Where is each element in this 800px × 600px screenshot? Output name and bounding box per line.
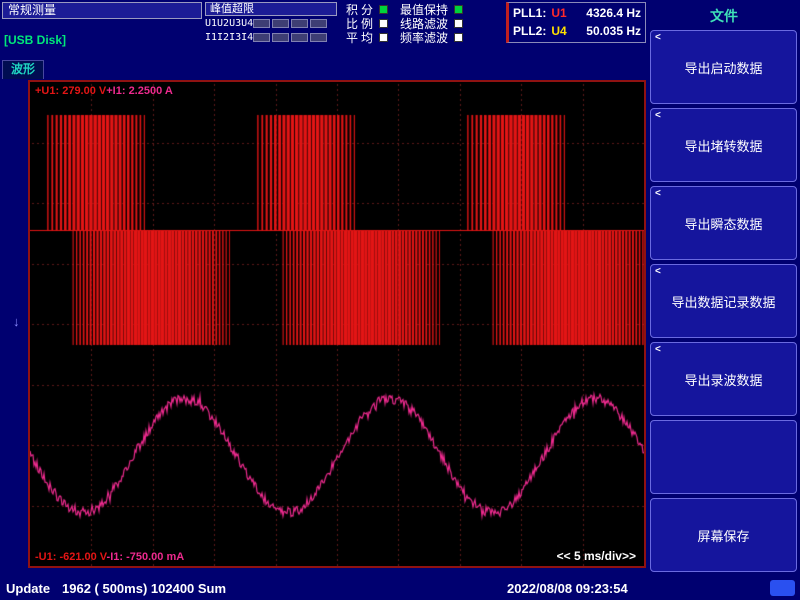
i1-min-reading: -I1: -750.00 mA — [107, 551, 185, 563]
calc-mode-panel: 积 分 比 例 平 均 — [346, 2, 388, 44]
pll1-label: PLL1: — [513, 6, 546, 20]
sidebar-button-export-startup-data[interactable]: < 导出启动数据 — [650, 30, 797, 104]
pll2-label: PLL2: — [513, 24, 546, 38]
trigger-marker-icon: ↓ — [13, 314, 20, 329]
sidebar-button-label: 导出堵转数据 — [684, 136, 762, 155]
trace-readings-bottom: -U1: -621.00 V-I1: -750.00 mA — [35, 551, 184, 563]
peak-indicator-i1 — [253, 33, 270, 42]
chevron-left-icon: < — [655, 188, 661, 199]
power-analyzer-screen: 常规测量 [USB Disk] 峰值超限 U1U2U3U4 I1I2I3I4 积… — [0, 0, 800, 600]
integration-checkbox[interactable] — [379, 5, 388, 14]
sidebar-button-label: 导出瞬态数据 — [684, 214, 762, 233]
datetime: 2022/08/08 09:23:54 — [507, 581, 628, 596]
voltage-channels-label: U1U2U3U4 — [205, 18, 251, 29]
ratio-checkbox[interactable] — [379, 19, 388, 28]
peak-limit-panel: 峰值超限 U1U2U3U4 I1I2I3I4 — [205, 2, 337, 44]
sidebar-button-export-datalog-data[interactable]: < 导出数据记录数据 — [650, 264, 797, 338]
i1-max-reading: +I1: 2.2500 A — [106, 85, 173, 97]
mode-title: 常规测量 — [2, 2, 202, 19]
waveform-plot: +U1: 279.00 V+I1: 2.2500 A -U1: -621.00 … — [28, 80, 646, 568]
sidebar-button-label: 导出启动数据 — [684, 58, 762, 77]
peak-indicator-i3 — [291, 33, 308, 42]
chevron-left-icon: < — [655, 266, 661, 277]
peak-indicator-i2 — [272, 33, 289, 42]
status-indicator-chip — [770, 580, 795, 596]
pll2-frequency: 50.035 Hz — [586, 24, 641, 38]
u1-min-reading: -U1: -621.00 V — [35, 551, 107, 563]
chevron-left-icon: < — [655, 344, 661, 355]
file-menu-sidebar: 文件 < 导出启动数据 < 导出堵转数据 < 导出瞬态数据 < 导出数据记录数据… — [648, 0, 800, 576]
pll1-source: U1 — [551, 6, 566, 20]
timebase-label: << 5 ms/div>> — [557, 549, 636, 563]
line-filter-checkbox[interactable] — [454, 19, 463, 28]
sidebar-title: 文件 — [648, 0, 800, 30]
calc-char: 平 — [346, 29, 361, 46]
chevron-left-icon: < — [655, 32, 661, 43]
calc-char: 均 — [361, 29, 376, 46]
sidebar-button-export-transient-data[interactable]: < 导出瞬态数据 — [650, 186, 797, 260]
pll-panel: PLL1: U1 4326.4 Hz PLL2: U4 50.035 Hz — [506, 2, 646, 43]
waveform-canvas — [30, 82, 644, 566]
sidebar-button-label: 屏幕保存 — [697, 526, 749, 545]
freq-filter-row: 频率滤波 — [400, 30, 463, 44]
max-hold-checkbox[interactable] — [454, 5, 463, 14]
trace-readings-top: +U1: 279.00 V+I1: 2.2500 A — [35, 85, 173, 97]
filter-panel: 最值保持 线路滤波 频率滤波 — [400, 2, 463, 44]
sidebar-button-screen-save[interactable]: 屏幕保存 — [650, 498, 797, 572]
sidebar-button-export-waveform-record[interactable]: < 导出录波数据 — [650, 342, 797, 416]
sidebar-button-export-stall-data[interactable]: < 导出堵转数据 — [650, 108, 797, 182]
peak-indicator-u4 — [310, 19, 327, 28]
status-bar: Update 1962 ( 500ms) 102400 Sum 2022/08/… — [0, 576, 800, 600]
peak-indicator-u1 — [253, 19, 270, 28]
peak-indicator-u3 — [291, 19, 308, 28]
update-info: 1962 ( 500ms) 102400 Sum — [62, 581, 226, 596]
average-checkbox[interactable] — [379, 33, 388, 42]
pll2-source: U4 — [551, 24, 566, 38]
usb-disk-status: [USB Disk] — [4, 33, 66, 47]
update-label: Update — [6, 581, 50, 596]
sidebar-button-empty[interactable] — [650, 420, 797, 494]
freq-filter-checkbox[interactable] — [454, 33, 463, 42]
sidebar-button-label: 导出数据记录数据 — [671, 292, 775, 311]
tab-waveform[interactable]: 波形 — [2, 60, 44, 79]
sidebar-button-label: 导出录波数据 — [684, 370, 762, 389]
pll1-row: PLL1: U1 4326.4 Hz — [513, 4, 641, 22]
pll1-frequency: 4326.4 Hz — [586, 6, 641, 20]
current-channels-label: I1I2I3I4 — [205, 32, 251, 43]
pll2-row: PLL2: U4 50.035 Hz — [513, 22, 641, 40]
peak-limit-voltage-row: U1U2U3U4 — [205, 17, 337, 30]
chevron-left-icon: < — [655, 110, 661, 121]
peak-limit-title: 峰值超限 — [205, 2, 337, 16]
peak-limit-current-row: I1I2I3I4 — [205, 31, 337, 44]
peak-indicator-u2 — [272, 19, 289, 28]
u1-max-reading: +U1: 279.00 V — [35, 85, 106, 97]
average-row: 平 均 — [346, 30, 388, 44]
peak-indicator-i4 — [310, 33, 327, 42]
freq-filter-label: 频率滤波 — [400, 29, 451, 46]
